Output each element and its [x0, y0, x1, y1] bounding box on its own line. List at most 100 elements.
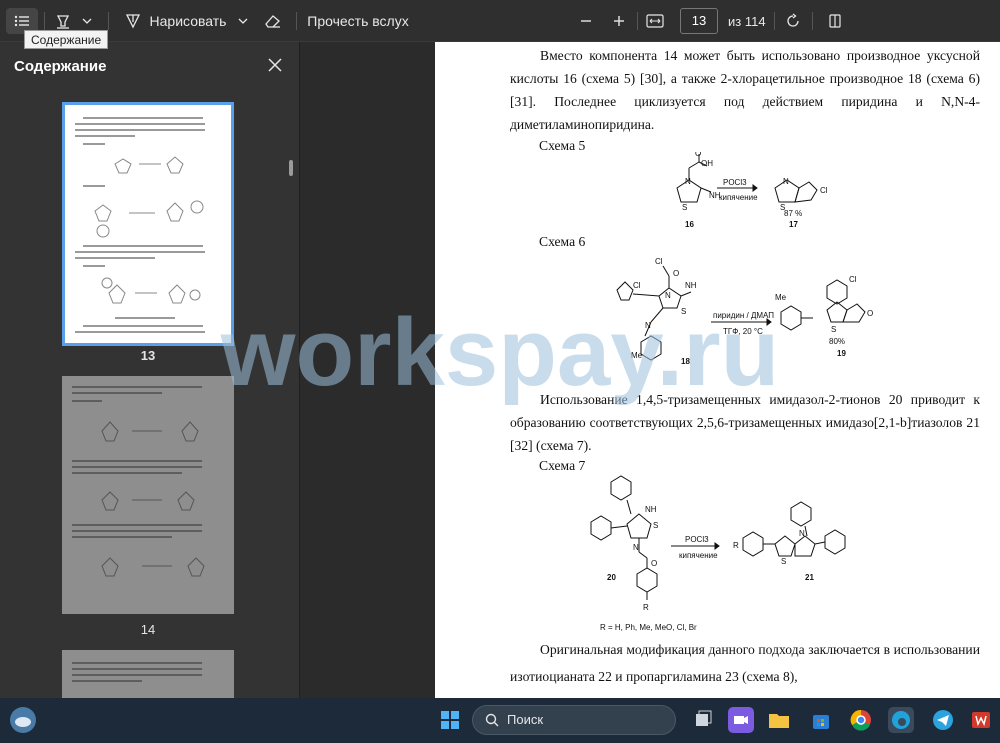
task-view-button[interactable]	[690, 707, 716, 733]
scheme-caption: Схема 6	[539, 234, 586, 249]
taskbar: Поиск	[0, 698, 1000, 743]
toolbar-divider	[296, 12, 297, 30]
read-aloud-button[interactable]: Прочесть вслух	[304, 8, 412, 34]
o-label: O	[651, 559, 657, 568]
me-label: Me	[775, 293, 787, 302]
compound-number: 19	[837, 349, 846, 358]
camera-icon	[734, 716, 748, 724]
erase-button[interactable]	[260, 8, 286, 34]
rotate-button[interactable]	[780, 8, 806, 34]
condition-label: кипячение	[679, 551, 718, 560]
draw-options-button[interactable]	[234, 8, 252, 34]
document-viewport[interactable]: Вместо компонента 14 может быть использо…	[300, 42, 1000, 698]
toolbar-divider	[637, 12, 638, 30]
nh-label: NH	[645, 505, 657, 514]
fit-width-icon	[646, 14, 664, 28]
page-thumbnail-14[interactable]	[62, 376, 234, 614]
r-label: R	[643, 603, 649, 612]
page-thumbnail-13[interactable]	[62, 102, 234, 346]
page-thumbnail-15[interactable]	[62, 650, 234, 698]
task-view-icon	[696, 710, 712, 726]
toolbar-divider	[108, 12, 109, 30]
meet-app[interactable]	[728, 707, 754, 733]
scheme-6-diagram: Cl Cl O N NH S N Me пиридин / ДМАП ТГФ, …	[616, 257, 873, 366]
s-label: S	[781, 557, 786, 566]
scheme-caption: Схема 7	[539, 458, 586, 473]
highlighter-icon	[56, 15, 70, 29]
page-number-input[interactable]: 13	[680, 8, 718, 34]
search-box[interactable]: Поиск	[472, 705, 676, 735]
cloud-icon	[15, 717, 31, 727]
browser-app-edge[interactable]	[888, 707, 914, 733]
zoom-in-button[interactable]	[607, 8, 631, 34]
contents-panel: Содержание 13 14	[0, 42, 300, 698]
word-icon	[972, 712, 990, 728]
n-label: N	[799, 529, 805, 538]
reagent-label: POCl3	[723, 178, 747, 187]
paragraph: Оригинальная модификация данного подхода…	[510, 642, 980, 684]
start-button[interactable]	[437, 707, 463, 733]
browser-app-chrome[interactable]	[848, 707, 874, 733]
search-label: Поиск	[507, 712, 544, 727]
cl-label: Cl	[849, 275, 857, 284]
windows-icon	[441, 711, 459, 729]
fit-width-button[interactable]	[642, 8, 668, 34]
chevron-down-icon	[82, 18, 92, 24]
n-label: N	[685, 177, 691, 186]
store-icon	[813, 715, 829, 729]
toolbar-divider	[44, 12, 45, 30]
plus-icon	[614, 16, 624, 26]
page-total: из 114	[728, 13, 766, 29]
compound-number: 18	[681, 357, 690, 366]
cl-label: Cl	[820, 186, 828, 195]
panel-scrollbar[interactable]	[289, 160, 293, 176]
page-view-button[interactable]	[822, 8, 848, 34]
toolbar-divider	[774, 12, 775, 30]
chevron-down-icon	[238, 18, 248, 24]
telegram-app[interactable]	[930, 707, 956, 733]
scheme-caption: Схема 5	[539, 138, 586, 153]
o-label: O	[867, 309, 873, 318]
close-icon	[268, 58, 282, 72]
r-label: R	[733, 541, 739, 550]
nh-label: NH	[685, 281, 697, 290]
thumbnail-label: 13	[140, 348, 156, 363]
file-explorer-app[interactable]	[766, 707, 792, 733]
weather-widget[interactable]	[10, 707, 36, 733]
thumbnail-label: 14	[140, 622, 156, 637]
compound-number: 16	[685, 220, 694, 229]
cl-label: Cl	[633, 281, 641, 290]
cl-label: Cl	[655, 257, 663, 266]
paragraph: Вместо компонента 14 может быть использо…	[510, 48, 980, 132]
n-label: N	[783, 177, 789, 186]
pdf-page: Вместо компонента 14 может быть использо…	[435, 42, 1000, 698]
toolbar: Нарисовать Прочесть вслух 13 из 114	[0, 0, 1000, 42]
list-icon	[14, 15, 29, 27]
yield-label: 80%	[829, 337, 845, 346]
reagent-label: пиридин / ДМАП	[713, 311, 774, 320]
minus-icon	[581, 20, 591, 22]
pen-icon	[125, 14, 140, 29]
condition-label: кипячение	[719, 193, 758, 202]
compound-number: 17	[789, 220, 798, 229]
draw-label: Нарисовать	[149, 13, 227, 29]
substituents-label: R = H, Ph, Me, MeO, Cl, Br	[600, 623, 697, 632]
compound-number: 21	[805, 573, 814, 582]
word-app[interactable]	[968, 707, 994, 733]
condition-label: ТГФ, 20 °С	[723, 327, 763, 336]
paragraph: Использование 1,4,5-тризамещенных имидаз…	[510, 392, 980, 453]
me-label: Me	[631, 351, 643, 360]
close-panel-button[interactable]	[264, 54, 286, 76]
telegram-icon	[933, 710, 953, 730]
edge-icon	[892, 711, 910, 729]
zoom-out-button[interactable]	[574, 8, 598, 34]
draw-button[interactable]: Нарисовать	[120, 8, 230, 34]
compound-number: 20	[607, 573, 616, 582]
s-label: S	[831, 325, 836, 334]
n-label: N	[665, 291, 671, 300]
search-icon	[485, 713, 499, 727]
oh-label: OH	[701, 159, 713, 168]
tooltip: Содержание	[24, 30, 109, 49]
rotate-icon	[787, 13, 799, 27]
store-app[interactable]	[808, 707, 834, 733]
